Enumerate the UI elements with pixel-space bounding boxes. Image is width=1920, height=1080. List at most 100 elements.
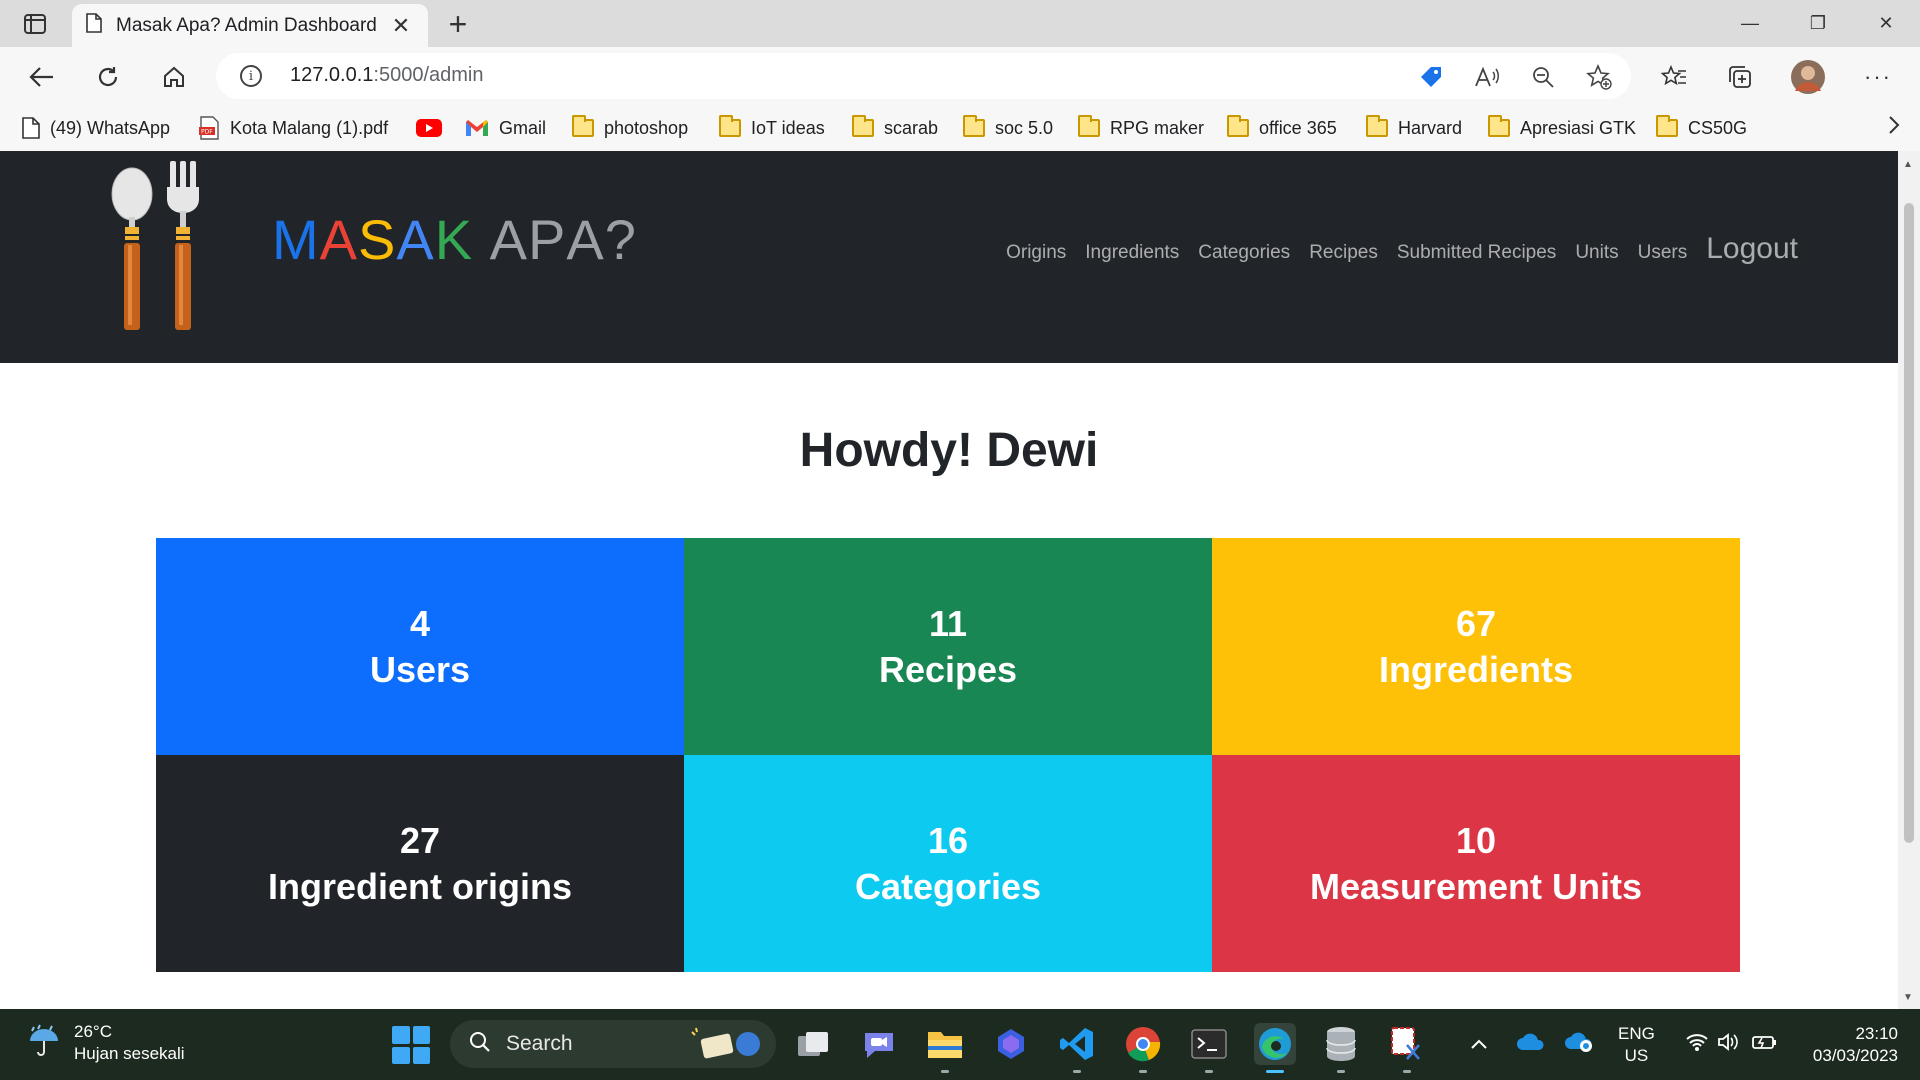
- stat-card-categories[interactable]: 16 Categories: [684, 755, 1212, 972]
- nav-users[interactable]: Users: [1638, 242, 1688, 264]
- scroll-down-icon[interactable]: ▼: [1903, 992, 1913, 1003]
- window-controls: — ❐ ✕: [1716, 0, 1920, 47]
- bookmark-photoshop[interactable]: photoshop: [572, 114, 688, 142]
- bookmark-youtube[interactable]: [416, 114, 452, 142]
- chevron-right-icon[interactable]: [1888, 115, 1900, 141]
- tag-icon[interactable]: [1417, 63, 1445, 91]
- address-bar[interactable]: i 127.0.0.1:5000/admin: [216, 53, 1631, 99]
- brand-letter: P: [528, 208, 567, 271]
- bookmark-rpg-maker[interactable]: RPG maker: [1078, 114, 1204, 142]
- nav-recipes[interactable]: Recipes: [1309, 242, 1378, 264]
- tab-actions-icon[interactable]: [18, 10, 52, 38]
- folder-icon: [1656, 115, 1678, 137]
- task-view-icon[interactable]: [792, 1023, 834, 1065]
- collections-icon[interactable]: [1720, 57, 1760, 97]
- wifi-icon[interactable]: [1685, 1032, 1709, 1057]
- weather-widget[interactable]: 26°C Hujan sesekali: [26, 1021, 185, 1065]
- bookmark-iot-ideas[interactable]: IoT ideas: [719, 114, 825, 142]
- scrollbar-thumb[interactable]: [1904, 203, 1914, 843]
- file-explorer-icon[interactable]: [924, 1023, 966, 1073]
- new-tab-button[interactable]: +: [440, 6, 476, 42]
- read-aloud-icon[interactable]: [1473, 63, 1501, 91]
- bookmark-scarab[interactable]: scarab: [852, 114, 938, 142]
- stat-label: Recipes: [878, 648, 1018, 690]
- edge-icon[interactable]: [1254, 1023, 1296, 1073]
- pdf-icon: PDF: [198, 116, 220, 140]
- database-icon[interactable]: [1320, 1023, 1362, 1073]
- logout-link[interactable]: Logout: [1706, 232, 1798, 266]
- folder-icon: [1488, 115, 1510, 137]
- language-indicator[interactable]: ENG US: [1618, 1023, 1655, 1067]
- folder-icon: [963, 115, 985, 137]
- bookmarks-bar: (49) WhatsApp PDF Kota Malang (1).pdf Gm…: [0, 105, 1920, 151]
- umbrella-rain-icon: [26, 1023, 62, 1064]
- zoom-out-icon[interactable]: [1529, 63, 1557, 91]
- scroll-up-icon[interactable]: ▲: [1903, 159, 1913, 170]
- stat-card-users[interactable]: 4 Users: [156, 538, 684, 755]
- stat-count: 4: [409, 602, 431, 644]
- brand-letter: A: [396, 208, 435, 271]
- minimize-icon[interactable]: —: [1716, 0, 1784, 47]
- copilot-icon[interactable]: [990, 1023, 1032, 1065]
- home-icon[interactable]: [154, 57, 194, 97]
- spoon-fork-logo-icon[interactable]: [104, 161, 214, 336]
- volume-icon[interactable]: [1717, 1032, 1739, 1057]
- stat-card-measurement-units[interactable]: 10 Measurement Units: [1212, 755, 1740, 972]
- more-icon[interactable]: ···: [1858, 57, 1898, 97]
- close-window-icon[interactable]: ✕: [1852, 0, 1920, 47]
- folder-icon: [1078, 115, 1100, 137]
- onedrive-sync-icon[interactable]: [1564, 1031, 1594, 1058]
- page-scrollbar[interactable]: ▲ ▼: [1898, 151, 1920, 1009]
- teams-chat-icon[interactable]: [858, 1023, 900, 1065]
- stat-label: Ingredient origins: [267, 865, 572, 907]
- battery-icon[interactable]: [1751, 1032, 1777, 1057]
- nav-units[interactable]: Units: [1575, 242, 1618, 264]
- bookmark-kota-malang[interactable]: PDF Kota Malang (1).pdf: [198, 114, 388, 142]
- chevron-up-icon[interactable]: [1470, 1035, 1488, 1055]
- stat-card-recipes[interactable]: 11 Recipes: [684, 538, 1212, 755]
- page-title: Howdy! Dewi: [799, 424, 1099, 477]
- clock-time: 23:10: [1855, 1024, 1898, 1043]
- brand-title[interactable]: MASAK APA?: [272, 207, 637, 272]
- back-icon[interactable]: [22, 57, 62, 97]
- taskbar-search[interactable]: Search: [450, 1020, 776, 1068]
- nav-submitted-recipes[interactable]: Submitted Recipes: [1397, 242, 1556, 264]
- vscode-icon[interactable]: [1056, 1023, 1098, 1073]
- onedrive-icon[interactable]: [1516, 1032, 1546, 1057]
- browser-tab[interactable]: Masak Apa? Admin Dashboard ✕: [72, 4, 428, 47]
- stat-count: 11: [928, 602, 968, 644]
- bookmark-gmail[interactable]: Gmail: [465, 114, 546, 142]
- youtube-icon: [416, 119, 442, 137]
- bookmark-soc[interactable]: soc 5.0: [963, 114, 1053, 142]
- search-highlight-icon: [688, 1024, 768, 1069]
- stat-card-ingredient-origins[interactable]: 27 Ingredient origins: [156, 755, 684, 972]
- stat-count: 67: [1455, 602, 1497, 644]
- bookmark-apresiasi-gtk[interactable]: Apresiasi GTK: [1488, 114, 1636, 142]
- restore-icon[interactable]: ❐: [1784, 0, 1852, 47]
- bookmark-cs50g[interactable]: CS50G: [1656, 114, 1747, 142]
- search-icon: [468, 1030, 492, 1059]
- terminal-icon[interactable]: [1188, 1023, 1230, 1073]
- windows-start-icon[interactable]: [392, 1026, 430, 1064]
- add-favorite-icon[interactable]: [1585, 63, 1613, 91]
- nav-origins[interactable]: Origins: [1006, 242, 1066, 264]
- bookmark-office-365[interactable]: office 365: [1227, 114, 1337, 142]
- system-clock[interactable]: 23:10 03/03/2023: [1813, 1023, 1898, 1067]
- favorites-icon[interactable]: [1654, 57, 1694, 97]
- stat-card-ingredients[interactable]: 67 Ingredients: [1212, 538, 1740, 755]
- folder-icon: [1366, 115, 1388, 137]
- tab-close-icon[interactable]: ✕: [388, 13, 414, 39]
- stat-count: 16: [927, 819, 969, 861]
- nav-ingredients[interactable]: Ingredients: [1085, 242, 1179, 264]
- site-info-icon[interactable]: i: [240, 65, 262, 87]
- stat-label: Users: [369, 648, 471, 690]
- nav-categories[interactable]: Categories: [1198, 242, 1290, 264]
- bookmark-whatsapp[interactable]: (49) WhatsApp: [22, 114, 170, 142]
- url-text[interactable]: 127.0.0.1:5000/admin: [290, 64, 484, 87]
- chrome-icon[interactable]: [1122, 1023, 1164, 1073]
- reload-icon[interactable]: [88, 57, 128, 97]
- page-icon: [22, 117, 40, 139]
- bookmark-harvard[interactable]: Harvard: [1366, 114, 1462, 142]
- profile-avatar[interactable]: [1788, 57, 1828, 97]
- snipping-tool-icon[interactable]: [1386, 1023, 1428, 1073]
